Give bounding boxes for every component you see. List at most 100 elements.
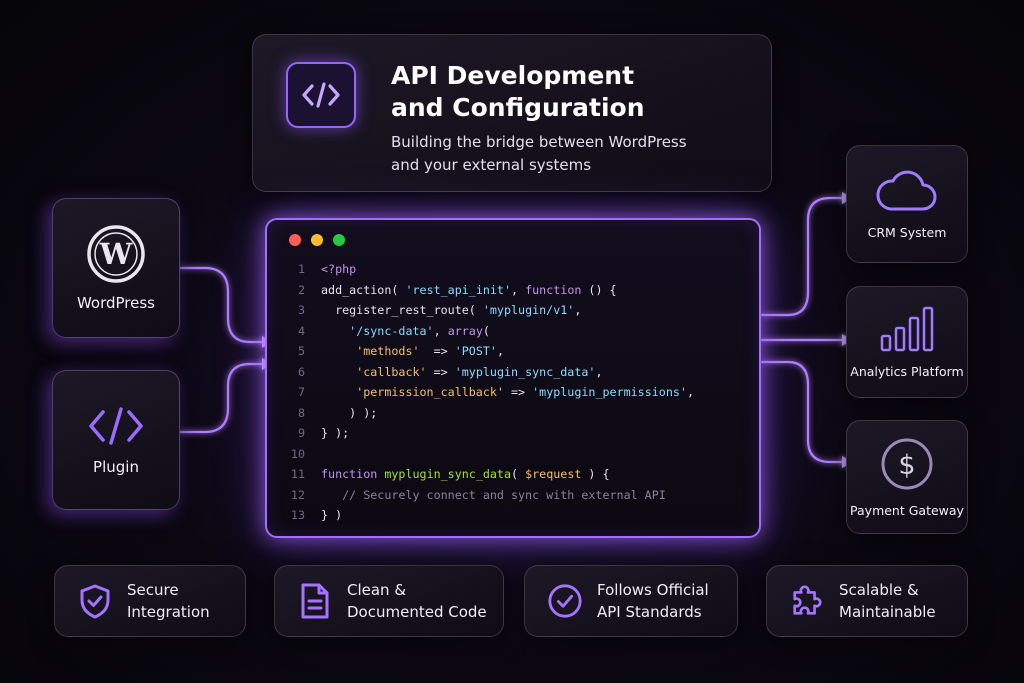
- header-card: API Development and Configuration Buildi…: [252, 34, 772, 192]
- wordpress-connector: [178, 266, 264, 344]
- line-number: 3: [297, 303, 305, 317]
- code-line: 13} ): [281, 505, 694, 526]
- code-token: array: [447, 323, 483, 338]
- code-token: (: [482, 323, 490, 338]
- bar-chart-icon: [880, 306, 934, 351]
- line-number: 10: [290, 446, 305, 461]
- wordpress-node: W WordPress: [52, 198, 180, 338]
- destination-label-crm: CRM System: [867, 224, 947, 240]
- code-token: // Securely connect and sync with extern…: [321, 487, 666, 502]
- code-token: function: [321, 467, 378, 481]
- code-token: function: [525, 282, 582, 297]
- title-line-1: API Development: [391, 61, 635, 90]
- code-token: 'callback': [356, 364, 427, 379]
- feature-text: Clean & Documented Code: [347, 579, 487, 623]
- code-token: 'rest_api_init': [405, 282, 512, 297]
- payment-connector: [760, 360, 844, 464]
- plugin-node: Plugin: [52, 370, 180, 510]
- code-token: ,: [496, 344, 504, 358]
- line-number: 6: [297, 364, 305, 379]
- payment-node: $ Payment Gateway: [846, 420, 968, 534]
- window-close-dot: [289, 234, 301, 246]
- feature-line-1: Clean &: [347, 581, 407, 599]
- code-token: ,: [686, 385, 694, 399]
- code-line: 12 // Securely connect and sync with ext…: [281, 485, 694, 506]
- title-line-2: and Configuration: [391, 93, 645, 122]
- check-circle-icon: [547, 583, 583, 619]
- line-number: 12: [290, 487, 305, 502]
- code-brackets-icon: [286, 62, 356, 128]
- code-token: ,: [595, 364, 603, 379]
- code-token: =>: [503, 385, 533, 399]
- svg-text:W: W: [99, 237, 133, 271]
- feature-line-1: Scalable &: [839, 581, 919, 599]
- feature-text: Follows Official API Standards: [597, 579, 709, 623]
- source-label-wordpress: WordPress: [76, 294, 156, 312]
- code-token: 'POST': [454, 344, 497, 358]
- destination-label-payment: Payment Gateway: [850, 502, 964, 518]
- document-icon: [297, 583, 333, 619]
- line-number: 13: [290, 508, 305, 522]
- feature-line-2: Integration: [127, 603, 210, 621]
- code-lines: 1 <?php 2 add_action( 'rest_api_init', func…: [281, 259, 694, 526]
- line-number: 8: [297, 405, 305, 420]
- shield-check-icon: [77, 583, 113, 619]
- plugin-connector: [178, 362, 264, 434]
- code-line: 4 '/sync-data', array(: [281, 321, 694, 342]
- feature-line-1: Secure: [127, 581, 179, 599]
- code-line: 10: [281, 444, 694, 465]
- feature-text: Scalable & Maintainable: [839, 579, 936, 623]
- line-number: 2: [297, 282, 305, 297]
- code-token: } );: [321, 426, 350, 440]
- code-token: '/sync-data': [349, 323, 434, 338]
- code-line: 2 add_action( 'rest_api_init', function (…: [281, 280, 694, 301]
- code-line: 9 } );: [281, 423, 694, 444]
- feature-scalable: Scalable & Maintainable: [766, 565, 968, 637]
- line-number: 7: [297, 385, 305, 399]
- code-token: ,: [511, 282, 526, 297]
- feature-documented: Clean & Documented Code: [274, 565, 504, 637]
- svg-text:$: $: [898, 450, 915, 481]
- code-token: <?php: [321, 262, 357, 276]
- cloud-icon: [876, 170, 937, 210]
- feature-secure: Secure Integration: [54, 565, 246, 637]
- code-token: ) {: [581, 467, 610, 481]
- crm-node: CRM System: [846, 145, 968, 263]
- code-line: 5 'methods' => 'POST',: [281, 341, 694, 362]
- code-token: add_action(: [321, 282, 406, 297]
- code-token: 'methods': [356, 344, 420, 358]
- page-subtitle: Building the bridge between WordPress an…: [391, 131, 721, 177]
- code-token: 'myplugin_permissions': [532, 385, 687, 399]
- feature-line-1: Follows Official: [597, 581, 709, 599]
- dollar-coin-icon: $: [881, 438, 933, 489]
- feature-standards: Follows Official API Standards: [524, 565, 738, 637]
- subtitle-line-2: and your external systems: [391, 156, 592, 174]
- destination-label-analytics: Analytics Platform: [850, 363, 964, 379]
- window-minimize-dot: [311, 234, 323, 246]
- code-line: 11 function myplugin_sync_data( $request …: [281, 464, 694, 485]
- code-token: =>: [426, 364, 455, 379]
- code-token: ,: [433, 323, 448, 338]
- wordpress-logo-icon: W: [87, 225, 145, 283]
- code-line: 1 <?php: [281, 259, 694, 280]
- line-number: 9: [297, 426, 305, 440]
- line-number: 1: [297, 262, 305, 276]
- feature-line-2: Documented Code: [347, 603, 487, 621]
- page-title: API Development and Configuration: [391, 60, 731, 124]
- code-token: ) );: [321, 405, 378, 420]
- code-token: =>: [419, 344, 455, 358]
- window-maximize-dot: [333, 234, 345, 246]
- line-number: 4: [297, 323, 305, 338]
- code-line: 7 'permission_callback' => 'myplugin_per…: [281, 382, 694, 403]
- code-token: ,: [574, 303, 582, 317]
- source-label-plugin: Plugin: [93, 458, 139, 476]
- crm-connector: [760, 196, 844, 317]
- analytics-node: Analytics Platform: [846, 286, 968, 398]
- feature-line-2: Maintainable: [839, 603, 936, 621]
- code-brackets-icon: [89, 407, 143, 445]
- code-line: 6 'callback' => 'myplugin_sync_data',: [281, 362, 694, 383]
